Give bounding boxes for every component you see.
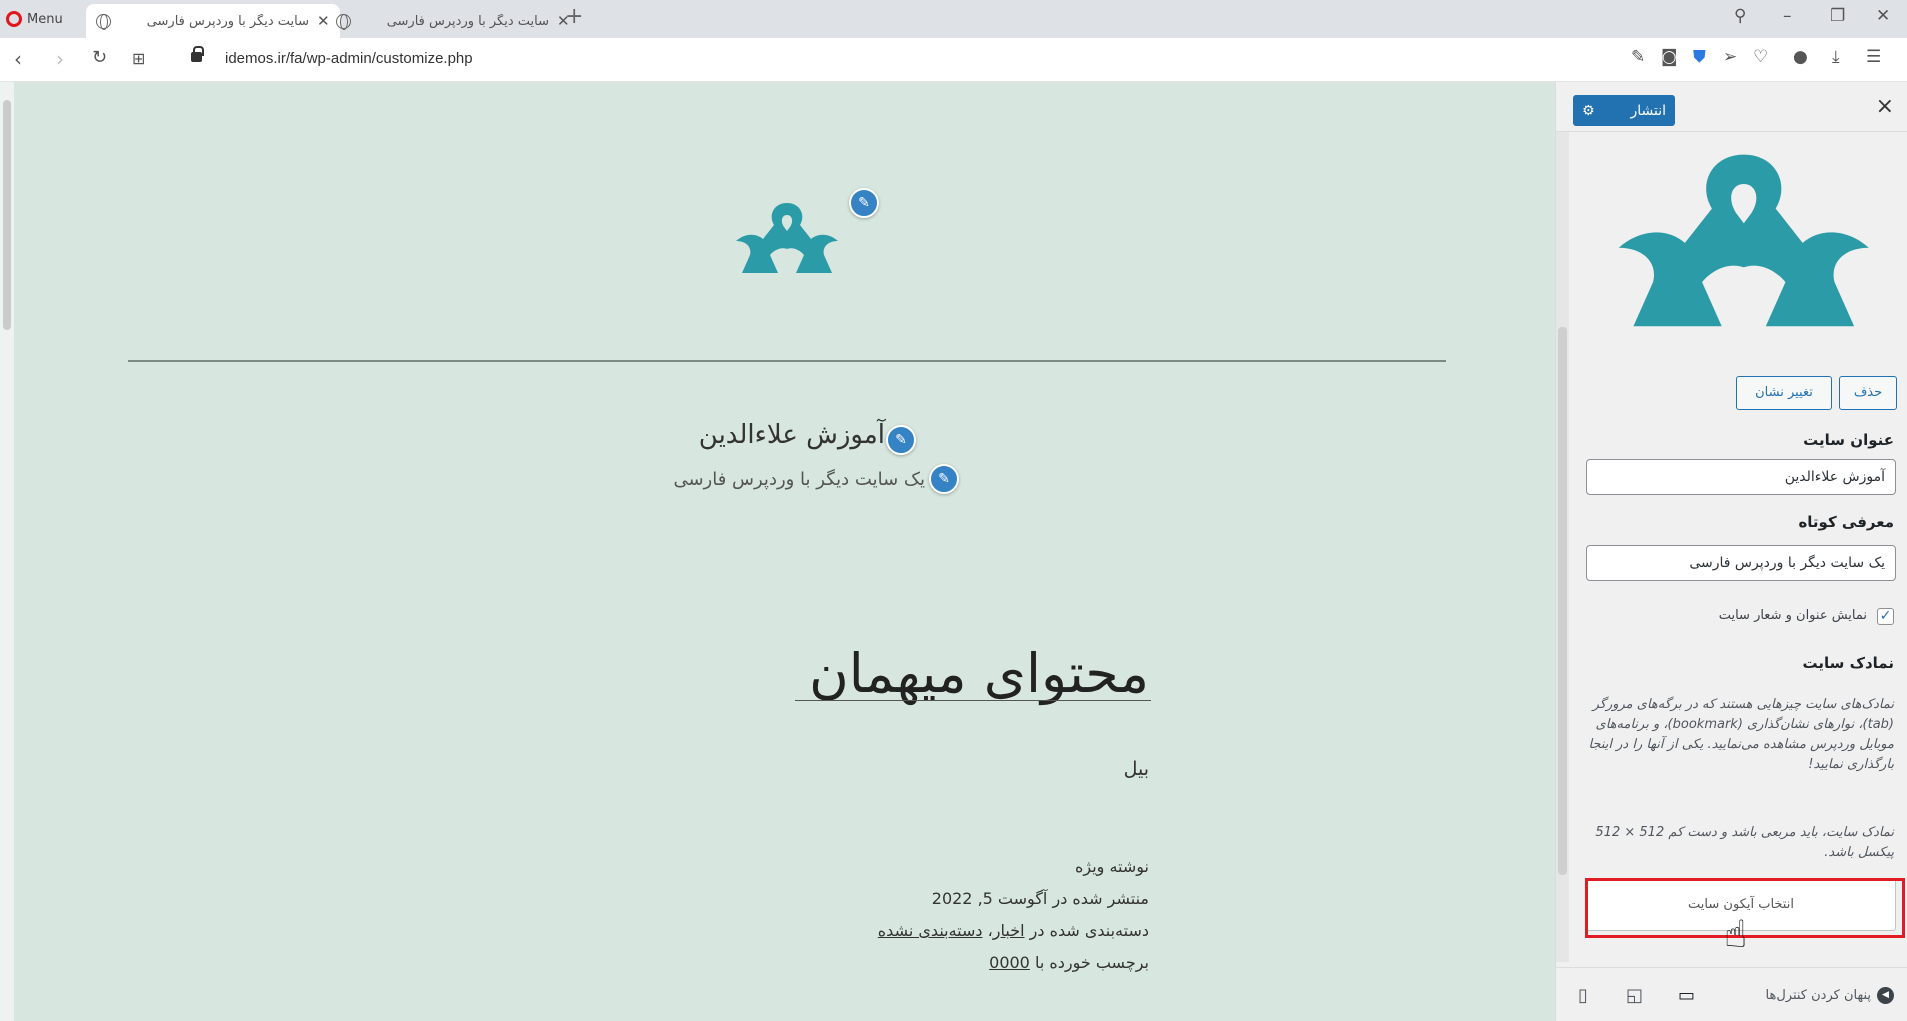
shield-icon[interactable]: ⛊: [1693, 47, 1706, 67]
publish-button[interactable]: ⚙ انتشار: [1573, 95, 1675, 126]
hide-controls-button[interactable]: ◀ پنهان کردن کنترل‌ها: [1766, 987, 1894, 1004]
site-logo-icon[interactable]: [730, 197, 845, 277]
tagline-label: معرفی کوتاه: [1798, 513, 1894, 531]
panel-scrollbar[interactable]: [1556, 132, 1569, 962]
category-link[interactable]: اخبار: [993, 921, 1025, 940]
browser-tab-bar: Menu سایت دیگر با وردپرس فارسی ✕ سایت دی…: [0, 0, 1907, 38]
post-title-underline: [795, 700, 1151, 701]
site-title-input[interactable]: آموزش علاءالدین: [1586, 459, 1896, 495]
tagline-input[interactable]: یک سایت دیگر با وردپرس فارسی: [1586, 545, 1896, 581]
logo-shape: [1618, 154, 1869, 327]
customizer-footer: ▯ ◱ ▭ ◀ پنهان کردن کنترل‌ها: [1556, 967, 1907, 1021]
tagged-prefix: برچسب خورده با: [1034, 953, 1149, 972]
avatar-icon[interactable]: ●: [1793, 47, 1808, 67]
speed-dial-icon[interactable]: ⊞: [132, 49, 145, 68]
lock-icon: [191, 46, 204, 62]
remove-logo-button[interactable]: حذف: [1839, 376, 1897, 410]
tag-link[interactable]: 0000: [989, 953, 1030, 972]
post-tags: برچسب خورده با 0000: [989, 953, 1149, 972]
close-customizer-icon[interactable]: ×: [1876, 94, 1894, 119]
send-icon[interactable]: ➢: [1723, 47, 1737, 67]
post-featured-label: نوشته ویژه: [1074, 857, 1149, 876]
category-link[interactable]: دسته‌بندی نشده: [878, 921, 983, 940]
site-icon-size-description: نمادک سایت، باید مربعی باشد و دست کم 512…: [1595, 825, 1894, 861]
address-bar: ‹ › ↻ ⊞ idemos.ir/fa/wp-admin/customize.…: [0, 38, 1907, 82]
collapse-arrow-icon: ◀: [1877, 987, 1894, 1004]
category-separator: ،: [982, 921, 993, 940]
show-title-checkbox-label: نمایش عنوان و شعار سایت: [1718, 608, 1867, 623]
back-icon[interactable]: ‹: [14, 47, 22, 71]
post-excerpt: بیل: [1123, 758, 1149, 780]
gear-icon[interactable]: ⚙: [1582, 103, 1595, 119]
new-tab-button[interactable]: +: [565, 4, 583, 29]
logo-preview-image: [1618, 154, 1869, 327]
download-icon[interactable]: ⤓: [1832, 47, 1840, 67]
forward-icon[interactable]: ›: [56, 47, 64, 71]
close-window-icon[interactable]: ✕: [1876, 6, 1890, 26]
hand-cursor-icon: ☝: [1724, 912, 1748, 956]
panel-scroll-thumb[interactable]: [1558, 327, 1567, 875]
mobile-preview-icon[interactable]: ▯: [1578, 985, 1588, 1006]
easy-setup-icon[interactable]: ☰: [1866, 47, 1881, 67]
tab-title: سایت دیگر با وردپرس فارسی: [146, 13, 309, 29]
camera-icon[interactable]: ◙: [1661, 47, 1678, 67]
opera-logo-icon: [6, 11, 22, 27]
site-preview: ✎ آموزش علاءالدین ✎ یک سایت دیگر با وردپ…: [0, 82, 1555, 1021]
publish-label: انتشار: [1630, 102, 1666, 119]
change-logo-button[interactable]: تغییر نشان: [1736, 376, 1832, 410]
preview-scroll-thumb[interactable]: [3, 100, 11, 330]
browser-tab-active[interactable]: سایت دیگر با وردپرس فارسی ✕: [86, 4, 340, 38]
customizer-header: ⚙ انتشار ×: [1556, 82, 1907, 132]
tab-title: سایت دیگر با وردپرس فارسی: [386, 13, 549, 29]
search-tabs-icon[interactable]: ⚲: [1734, 6, 1746, 26]
hide-controls-label: پنهان کردن کنترل‌ها: [1765, 988, 1871, 1003]
site-title[interactable]: آموزش علاءالدین: [699, 420, 885, 450]
heart-icon[interactable]: ♡: [1753, 47, 1768, 67]
globe-icon: [96, 13, 111, 30]
preview-scrollbar[interactable]: [0, 82, 14, 1021]
site-icon-heading: نمادک سایت: [1802, 654, 1895, 672]
tablet-preview-icon[interactable]: ◱: [1626, 985, 1643, 1006]
logo-shape: [736, 203, 838, 273]
categorized-prefix: دسته‌بندی شده در: [1029, 921, 1149, 940]
snapshot-edit-icon[interactable]: ✎: [1631, 47, 1645, 67]
site-icon-description: نمادک‌های سایت چیزهایی هستند که در برگه‌…: [1588, 697, 1895, 773]
header-divider: [128, 360, 1446, 362]
globe-icon: [336, 13, 351, 30]
post-categories: دسته‌بندی شده در اخبار، دسته‌بندی نشده: [878, 921, 1149, 940]
post-published-date: منتشر شده در آگوست 5, 2022: [931, 889, 1149, 908]
post-title[interactable]: محتوای میهمان: [809, 642, 1149, 705]
opera-menu-label: Menu: [27, 11, 63, 27]
browser-tab[interactable]: سایت دیگر با وردپرس فارسی ✕: [326, 4, 580, 38]
show-title-checkbox[interactable]: ✓: [1877, 608, 1894, 625]
edit-title-shortcut[interactable]: ✎: [886, 425, 916, 455]
edit-logo-shortcut[interactable]: ✎: [849, 188, 879, 218]
edit-tagline-shortcut[interactable]: ✎: [929, 464, 959, 494]
opera-menu-button[interactable]: Menu: [6, 7, 63, 31]
site-tagline: یک سایت دیگر با وردپرس فارسی: [673, 469, 925, 490]
desktop-preview-icon[interactable]: ▭: [1678, 985, 1695, 1006]
url-field[interactable]: idemos.ir/fa/wp-admin/customize.php: [225, 50, 473, 67]
minimize-icon[interactable]: –: [1783, 6, 1792, 26]
reload-icon[interactable]: ↻: [92, 47, 107, 68]
site-title-label: عنوان سایت: [1803, 431, 1894, 449]
restore-icon[interactable]: ❐: [1830, 6, 1845, 26]
